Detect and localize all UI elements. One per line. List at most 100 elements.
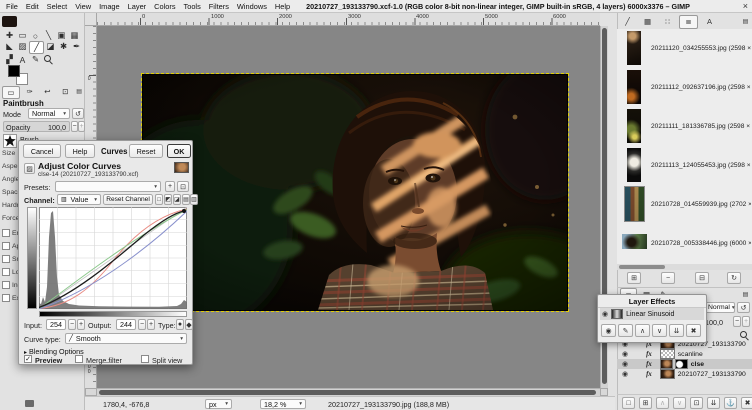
menu-filters[interactable]: Filters xyxy=(205,2,233,11)
smooth-point-button[interactable]: ● xyxy=(176,319,184,330)
linear-histogram-toggle[interactable]: □ xyxy=(155,194,163,205)
history-item[interactable]: 20211113_124055453.jpg (2598 × 46 xyxy=(617,146,752,185)
layer-opacity-plus-button[interactable]: + xyxy=(742,316,750,327)
split-view-checkbox[interactable] xyxy=(141,355,149,363)
tab-patterns[interactable]: ▦ xyxy=(639,16,656,28)
ok-button[interactable]: OK xyxy=(167,144,191,158)
brush-preview[interactable] xyxy=(3,134,17,148)
fx-badge[interactable]: fx xyxy=(646,351,652,358)
merge-filter-checkbox[interactable] xyxy=(75,355,83,363)
menu-image[interactable]: Image xyxy=(95,2,124,11)
expand-layers-checkbox[interactable] xyxy=(2,294,10,302)
menu-colors[interactable]: Colors xyxy=(150,2,179,11)
incremental-checkbox[interactable] xyxy=(2,281,10,289)
effect-raise-button[interactable]: ∧ xyxy=(635,324,650,337)
crop-tool-button[interactable]: ▣ xyxy=(55,30,68,41)
fx-badge[interactable]: fx xyxy=(646,371,652,378)
history-item[interactable]: 20211112_092637196.jpg (2598 × 46 xyxy=(617,68,752,107)
layer-row-background[interactable]: ◉ fx 20210727_193133790 xyxy=(617,369,752,379)
output-plus-button[interactable]: + xyxy=(147,319,155,330)
effect-visibility-eye-icon[interactable]: ◉ xyxy=(602,311,608,318)
cancel-button[interactable]: Cancel xyxy=(23,144,61,158)
horizontal-scrollbar-thumb[interactable] xyxy=(99,390,596,395)
preset-menu-button[interactable]: ⊡ xyxy=(177,181,189,192)
layers-menu-button[interactable]: ▤ xyxy=(741,289,750,300)
paintbrush-tool-button[interactable]: ╱ xyxy=(29,41,44,54)
presets-dropdown[interactable]: ▾ xyxy=(55,181,161,192)
open-entry-button[interactable]: ⊞ xyxy=(627,272,641,284)
window-close-button[interactable]: × xyxy=(743,0,748,13)
help-button[interactable]: Help xyxy=(65,144,95,158)
clone-tool-button[interactable]: ▞ xyxy=(3,54,16,65)
visibility-eye-icon[interactable]: ◉ xyxy=(622,371,628,378)
pencil-tool-button[interactable]: ✎ xyxy=(29,54,42,65)
input-field[interactable]: 254 xyxy=(46,319,66,330)
tab-document-history[interactable]: ≣ xyxy=(679,14,698,29)
airbrush-tool-button[interactable]: ✱ xyxy=(57,41,70,52)
horizontal-ruler[interactable]: 0 1000 2000 3000 4000 5000 6000 xyxy=(97,13,600,26)
opacity-plus-button[interactable]: + xyxy=(78,121,85,132)
output-minus-button[interactable]: − xyxy=(138,319,146,330)
anchor-layer-button[interactable]: ⚓ xyxy=(724,397,737,409)
histogram-toggle-3[interactable]: ◪ xyxy=(173,194,181,205)
ink-tool-button[interactable]: ✒ xyxy=(70,41,83,52)
curve-graph[interactable] xyxy=(39,207,187,309)
move-tool-button[interactable]: ✚ xyxy=(3,30,16,41)
layer-row-clse[interactable]: ◉ fx clse xyxy=(617,359,752,369)
paint-mode-dropdown[interactable]: Normal ▾ xyxy=(28,108,70,119)
add-preset-button[interactable]: + xyxy=(165,181,175,192)
transform-tool-button[interactable]: ▦ xyxy=(68,30,81,41)
measure-tool-button[interactable]: ╲ xyxy=(42,30,55,41)
dock-menu-button[interactable]: ▤ xyxy=(75,86,83,97)
history-menu-button[interactable]: ▤ xyxy=(741,16,750,27)
effect-visibility-button[interactable]: ◉ xyxy=(601,324,616,337)
menu-view[interactable]: View xyxy=(71,2,95,11)
effect-merge-button[interactable]: ⇊ xyxy=(669,324,684,337)
ruler-corner[interactable] xyxy=(85,13,97,26)
raise-layer-button[interactable]: ∧ xyxy=(656,397,669,409)
tool-options-bottom-button[interactable] xyxy=(25,400,34,407)
foreground-color-swatch[interactable] xyxy=(8,65,20,77)
eraser-tool-button[interactable]: ◪ xyxy=(44,41,57,52)
tab-gradients[interactable]: ∷ xyxy=(659,16,676,28)
grid-toggle-2[interactable]: ▥ xyxy=(190,194,198,205)
refresh-preview-button[interactable]: ↻ xyxy=(727,272,741,284)
bucket-fill-tool-button[interactable]: ◣ xyxy=(3,41,16,52)
log-histogram-toggle[interactable]: ◩ xyxy=(164,194,172,205)
output-field[interactable]: 244 xyxy=(116,319,136,330)
history-item[interactable]: 20210728_005338446.jpg (6000 × xyxy=(617,224,752,263)
canvas-image[interactable] xyxy=(141,73,569,312)
visibility-eye-icon[interactable]: ◉ xyxy=(622,361,628,368)
mode-reset-button[interactable]: ↺ xyxy=(72,108,84,119)
lower-layer-button[interactable]: ∨ xyxy=(673,397,686,409)
clear-history-button[interactable]: ⊟ xyxy=(695,272,709,284)
input-plus-button[interactable]: + xyxy=(77,319,85,330)
text-tool-button[interactable]: A xyxy=(16,54,29,65)
lock-brush-checkbox[interactable] xyxy=(2,268,10,276)
reset-button[interactable]: Reset xyxy=(129,144,163,158)
unit-dropdown[interactable]: px ▾ xyxy=(205,399,232,409)
tab-undo-history[interactable]: ↩ xyxy=(40,86,56,97)
channel-dropdown[interactable]: ▥ Value ▾ xyxy=(57,194,101,205)
tab-fonts[interactable]: A xyxy=(701,16,718,28)
menu-help[interactable]: Help xyxy=(271,2,294,11)
tab-device-status[interactable]: ✑ xyxy=(22,86,38,97)
gradient-tool-button[interactable]: ▨ xyxy=(16,41,29,52)
dynamics-checkbox[interactable] xyxy=(2,229,10,237)
tab-brushes[interactable]: ╱ xyxy=(619,16,636,28)
resize-grip[interactable] xyxy=(102,362,111,365)
delete-layer-button[interactable]: ✖ xyxy=(741,397,752,409)
menu-select[interactable]: Select xyxy=(43,2,72,11)
opacity-minus-button[interactable]: − xyxy=(71,121,78,132)
layer-opacity-minus-button[interactable]: − xyxy=(733,316,741,327)
history-item[interactable]: 20210728_014559939.jpg (2702 × 3 xyxy=(617,185,752,224)
history-scrollbar[interactable] xyxy=(617,264,752,270)
grid-toggle-1[interactable]: ▤ xyxy=(182,194,190,205)
fx-badge[interactable]: fx xyxy=(646,361,652,368)
reset-channel-button[interactable]: Reset Channel xyxy=(103,194,153,205)
merge-layer-button[interactable]: ⇊ xyxy=(707,397,720,409)
preview-checkbox[interactable]: ✓ xyxy=(24,355,32,363)
free-select-tool-button[interactable]: ○ xyxy=(29,30,42,41)
menu-file[interactable]: File xyxy=(2,2,22,11)
tab-tool-options[interactable]: ▭ xyxy=(2,86,20,99)
